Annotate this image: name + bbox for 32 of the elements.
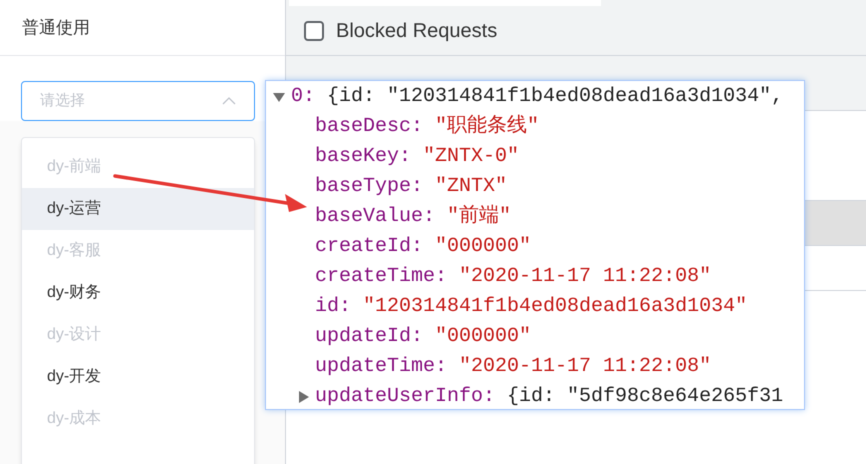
property-key: updateUserInfo: bbox=[315, 382, 496, 412]
property-key: updateId: bbox=[315, 322, 424, 352]
property-key: baseKey: bbox=[315, 142, 412, 172]
property-key: createId: bbox=[315, 232, 424, 262]
expand-triangle-icon[interactable] bbox=[298, 390, 310, 404]
property-key: baseType: bbox=[315, 172, 424, 202]
object-summary: {id: "120314841f1b4ed08dead16a3d1034", bbox=[327, 84, 784, 110]
property-value: {id: "5df98c8e64e265f31 bbox=[507, 384, 784, 410]
property-value: "000000" bbox=[435, 324, 532, 350]
property-value: "2020-11-17 11:22:08" bbox=[459, 264, 712, 290]
property-value: "2020-11-17 11:22:08" bbox=[459, 354, 712, 380]
property-value: "前端" bbox=[447, 204, 512, 230]
property-key: id: bbox=[315, 292, 352, 322]
dropdown-option[interactable]: dy-开发 bbox=[22, 356, 254, 398]
chevron-icon bbox=[222, 97, 236, 105]
property-value: "120314841f1b4ed08dead16a3d1034" bbox=[363, 294, 748, 320]
property-value: "ZNTX" bbox=[435, 174, 508, 200]
checkbox[interactable] bbox=[304, 20, 324, 40]
property-value: "000000" bbox=[435, 234, 532, 260]
property-value: "ZNTX-0" bbox=[423, 144, 520, 170]
section-title: 普通使用 bbox=[22, 16, 90, 39]
property-key: createTime: bbox=[315, 262, 448, 292]
select-field[interactable]: 请选择 bbox=[21, 81, 255, 121]
property-key: updateTime: bbox=[315, 352, 448, 382]
object-index: 0: bbox=[291, 84, 316, 110]
dropdown-option[interactable]: dy-运营 bbox=[22, 188, 254, 230]
property-key: baseDesc: bbox=[315, 112, 424, 142]
property-key: baseValue: bbox=[315, 202, 436, 232]
property-value: "职能条线" bbox=[435, 114, 540, 140]
expand-triangle-icon[interactable] bbox=[272, 91, 286, 103]
dropdown-option[interactable]: dy-财务 bbox=[22, 272, 254, 314]
checkbox-label: Blocked Requests bbox=[336, 18, 498, 44]
